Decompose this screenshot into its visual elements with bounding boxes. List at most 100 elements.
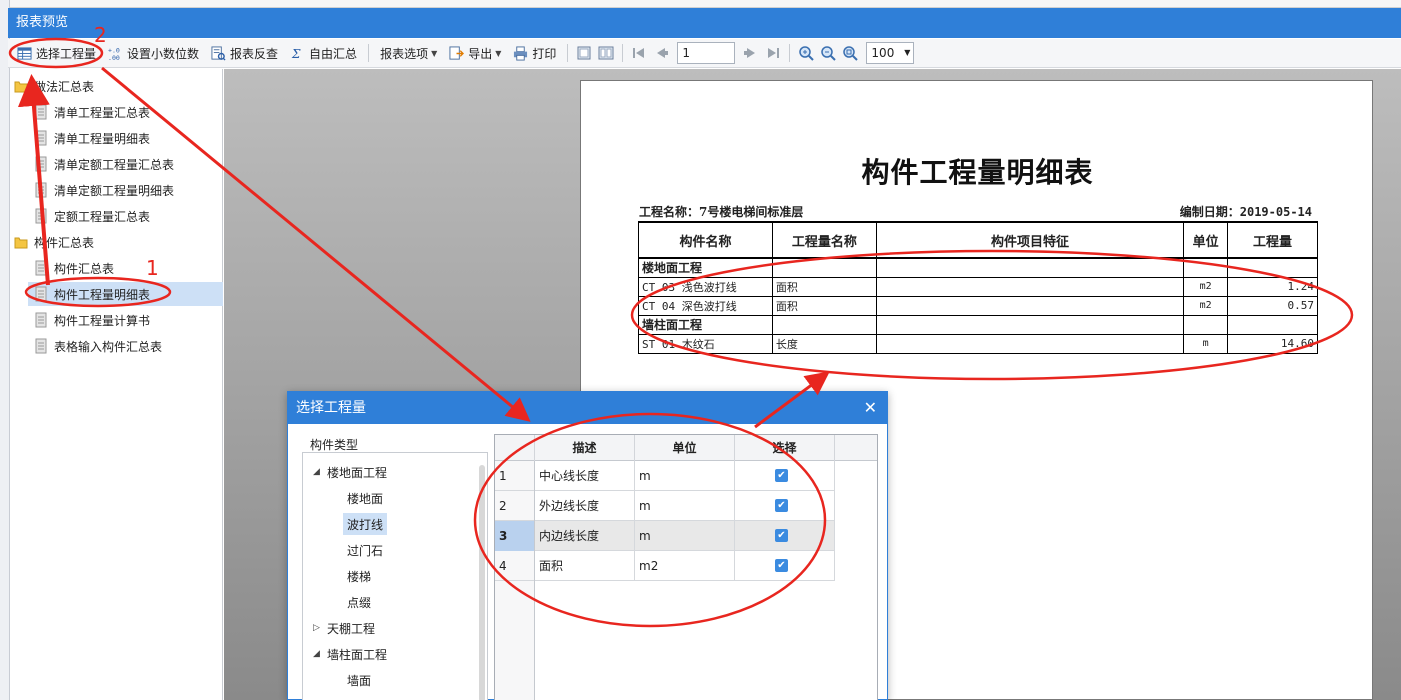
- table-icon: [17, 46, 32, 60]
- checkbox-checked-icon[interactable]: ✔: [775, 469, 788, 482]
- group-cell: 墙柱面工程: [638, 314, 773, 335]
- last-page-icon[interactable]: [765, 45, 781, 61]
- description-cell[interactable]: 面积: [535, 551, 635, 581]
- previous-page-icon[interactable]: [653, 45, 669, 61]
- description-cell[interactable]: 外边线长度: [535, 491, 635, 521]
- quantity-name-cell: 面积: [771, 276, 877, 297]
- row-number: 1: [495, 461, 535, 491]
- component-name-cell: CT 04 深色波打线: [638, 295, 773, 316]
- background-app-strip: [0, 0, 10, 700]
- close-icon[interactable]: ✕: [864, 392, 877, 424]
- document-icon: [35, 208, 47, 224]
- tree-group-method-summary[interactable]: 做法汇总表: [14, 74, 94, 98]
- grid-row[interactable]: 2 外边线长度 m ✔: [495, 491, 835, 521]
- type-node[interactable]: 过门石: [347, 539, 383, 561]
- tree-group-component-summary[interactable]: 构件汇总表: [14, 230, 94, 254]
- header-cell: 构件名称: [638, 221, 773, 259]
- set-decimals-button[interactable]: +.0.00 设置小数位数: [103, 41, 204, 65]
- print-label: 打印: [532, 46, 557, 61]
- print-button[interactable]: 打印: [508, 41, 561, 65]
- next-page-icon[interactable]: [743, 45, 759, 61]
- unit-cell: m: [1183, 333, 1229, 354]
- tree-item[interactable]: 定额工程量汇总表: [34, 204, 150, 228]
- tree-item[interactable]: 清单工程量明细表: [34, 126, 150, 150]
- unit-cell[interactable]: m: [635, 491, 735, 521]
- quantity-name-cell: 长度: [771, 333, 877, 354]
- custom-summary-button[interactable]: Σ 自由汇总: [285, 41, 362, 65]
- folder-icon: [14, 237, 28, 249]
- chevron-down-icon: ▼: [904, 48, 911, 57]
- compile-date: 编制日期：2019-05-14: [1179, 205, 1312, 219]
- select-cell: ✔: [735, 521, 835, 551]
- type-node[interactable]: 楼地面: [347, 487, 383, 509]
- page-number-input[interactable]: 1: [677, 42, 736, 64]
- report-options-label: 报表选项: [380, 46, 429, 61]
- first-page-icon[interactable]: [631, 45, 647, 61]
- type-node[interactable]: ◢ 墙柱面工程: [313, 643, 387, 665]
- row-number: 3: [495, 521, 535, 551]
- type-node[interactable]: ◢ 楼地面工程: [313, 461, 387, 483]
- tree-group-label: 构件汇总表: [34, 235, 95, 250]
- unit-cell[interactable]: m: [635, 521, 735, 551]
- window-titlebar: 报表预览: [8, 8, 1401, 38]
- checkbox-checked-icon[interactable]: ✔: [775, 559, 788, 572]
- type-node-label: 点缀: [347, 595, 372, 610]
- grid-row-current[interactable]: 3 内边线长度 m ✔: [495, 521, 835, 551]
- description-cell[interactable]: 中心线长度: [535, 461, 635, 491]
- unit-cell: m2: [1183, 295, 1229, 316]
- type-node[interactable]: ▷ 天棚工程: [313, 617, 375, 639]
- collapse-icon[interactable]: ◢: [313, 467, 327, 477]
- type-node-label: 墙面: [347, 673, 372, 688]
- report-tree-panel: 做法汇总表 清单工程量汇总表 清单工程量明细表 清单定额工程量汇总表 清单定额工…: [10, 69, 223, 700]
- report-check-button[interactable]: 报表反查: [206, 41, 283, 65]
- select-cell: ✔: [735, 461, 835, 491]
- feature-cell: [875, 276, 1185, 297]
- tree-item[interactable]: 清单定额工程量汇总表: [34, 152, 174, 176]
- description-cell[interactable]: 内边线长度: [535, 521, 635, 551]
- type-node[interactable]: 墙面: [347, 669, 371, 691]
- tree-item-selected[interactable]: 构件工程量明细表: [28, 282, 223, 306]
- custom-summary-label: 自由汇总: [309, 46, 358, 61]
- type-node-label: 楼梯: [347, 569, 372, 584]
- grid-header-cell: 单位: [635, 435, 735, 461]
- unit-cell[interactable]: m2: [635, 551, 735, 581]
- folder-icon: [14, 81, 28, 93]
- tree-item[interactable]: 清单工程量汇总表: [34, 100, 150, 124]
- report-options-button[interactable]: 报表选项 ▼: [375, 41, 442, 65]
- type-node[interactable]: 楼梯: [347, 565, 371, 587]
- tree-item[interactable]: 清单定额工程量明细表: [34, 178, 174, 202]
- vertical-scrollbar[interactable]: [479, 465, 485, 700]
- report-data-row: CT 03 浅色波打线 面积 m2 1.24: [638, 276, 1318, 297]
- printer-icon: [514, 45, 528, 61]
- type-node-label: 天棚工程: [327, 621, 376, 636]
- single-page-icon[interactable]: [576, 45, 592, 61]
- zoom-select[interactable]: 100 ▼: [866, 42, 915, 64]
- type-node[interactable]: 点缀: [347, 591, 371, 613]
- grid-row[interactable]: 1 中心线长度 m ✔: [495, 461, 835, 491]
- tree-item[interactable]: 构件汇总表: [34, 256, 114, 280]
- tree-item-label: 清单定额工程量汇总表: [54, 157, 175, 172]
- expand-icon[interactable]: ▷: [313, 623, 327, 633]
- tree-item-label: 构件工程量计算书: [54, 313, 151, 328]
- checkbox-checked-icon[interactable]: ✔: [775, 529, 788, 542]
- zoom-out-icon[interactable]: [820, 45, 837, 61]
- multi-page-icon[interactable]: [598, 45, 614, 61]
- select-quantity-button[interactable]: 选择工程量: [12, 41, 101, 65]
- toolbar-separator: [622, 44, 624, 62]
- checkbox-checked-icon[interactable]: ✔: [775, 499, 788, 512]
- chevron-down-icon: ▼: [495, 48, 502, 58]
- zoom-fit-icon[interactable]: [842, 45, 859, 61]
- report-search-icon: [211, 45, 226, 61]
- unit-cell[interactable]: m: [635, 461, 735, 491]
- tree-item[interactable]: 表格输入构件汇总表: [34, 334, 162, 358]
- header-cell: 单位: [1183, 221, 1229, 259]
- zoom-in-icon[interactable]: [798, 45, 815, 61]
- tree-item-label: 清单定额工程量明细表: [54, 183, 175, 198]
- report-title: 构件工程量明细表: [861, 156, 1094, 189]
- type-node-selected[interactable]: 波打线: [343, 513, 388, 535]
- report-data-row: ST 01 木纹石 长度 m 14.60: [638, 333, 1318, 354]
- grid-row[interactable]: 4 面积 m2 ✔: [495, 551, 835, 581]
- collapse-icon[interactable]: ◢: [313, 649, 327, 659]
- tree-item[interactable]: 构件工程量计算书: [34, 308, 150, 332]
- export-button[interactable]: 导出 ▼: [444, 41, 506, 65]
